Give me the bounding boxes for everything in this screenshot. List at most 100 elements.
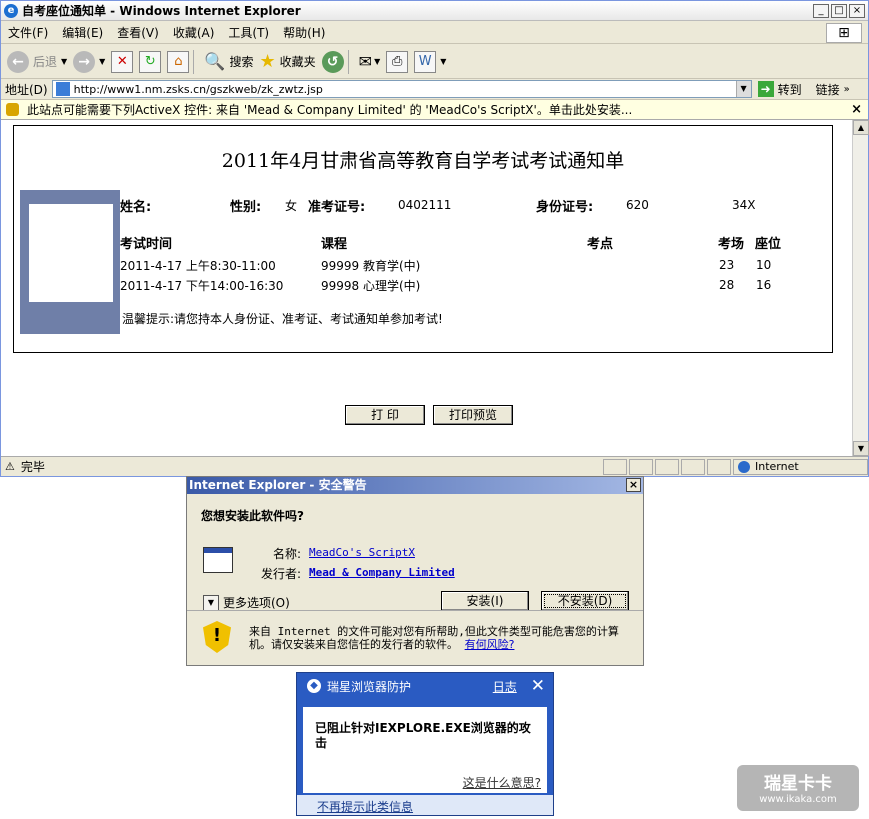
what-does-it-mean-link[interactable]: 这是什么意思? bbox=[463, 774, 541, 791]
row2-room: 28 bbox=[719, 278, 735, 292]
dont-install-button[interactable]: 不安装(D) bbox=[541, 591, 629, 611]
minimize-button[interactable]: _ bbox=[813, 3, 829, 18]
menu-file[interactable]: 文件(F) bbox=[1, 24, 55, 41]
scroll-down-icon[interactable]: ▼ bbox=[853, 441, 869, 456]
address-value: http://www1.nm.zsks.cn/gszkweb/zk_zwtz.j… bbox=[73, 82, 323, 96]
ie-window: e 自考座位通知单 - Windows Internet Explorer _ … bbox=[0, 0, 869, 477]
edit-button[interactable]: W ▼ bbox=[414, 50, 446, 73]
header-room: 考场 bbox=[718, 237, 745, 252]
more-options-button[interactable]: ▼ 更多选项(O) bbox=[203, 594, 290, 611]
search-label: 搜索 bbox=[229, 55, 254, 69]
row2-course: 99998 心理学(中) bbox=[321, 279, 421, 293]
row2-seat: 16 bbox=[756, 278, 772, 292]
row1-room: 23 bbox=[719, 258, 735, 272]
security-dialog-title: Internet Explorer - 安全警告 × bbox=[187, 477, 643, 494]
address-input[interactable]: http://www1.nm.zsks.cn/gszkweb/zk_zwtz.j… bbox=[51, 80, 752, 98]
status-bar: ⚠ 完毕 Internet bbox=[1, 456, 868, 476]
notice-title: 2011年4月甘肃省高等教育自学考试考试通知单 bbox=[221, 150, 625, 172]
chevron-down-icon: ▼ bbox=[203, 594, 219, 611]
activex-info-bar[interactable]: 此站点可能需要下列ActiveX 控件: 来自 'Mead & Company … bbox=[1, 100, 868, 120]
toolbar: ← 后退 ▼ → ▼ ✕ ↻ ⌂ 🔍 搜索 ★ 收藏夹 ↺ ✉ ▼ ⎙ W ▼ bbox=[1, 45, 868, 79]
ticket-value: 0402111 bbox=[398, 198, 452, 212]
print-button[interactable]: 打 印 bbox=[345, 405, 425, 425]
menu-favorites[interactable]: 收藏(A) bbox=[166, 24, 222, 41]
print-preview-button[interactable]: 打印预览 bbox=[433, 405, 513, 425]
mail-icon: ✉ bbox=[358, 52, 373, 71]
maximize-button[interactable]: □ bbox=[831, 3, 847, 18]
ie-logo-icon: e bbox=[4, 3, 18, 18]
home-button[interactable]: ⌂ bbox=[167, 50, 190, 73]
ikaka-watermark: 瑞星卡卡 www.ikaka.com bbox=[737, 765, 859, 811]
row1-course: 99999 教育学(中) bbox=[321, 259, 421, 273]
address-bar: 地址(D) http://www1.nm.zsks.cn/gszkweb/zk_… bbox=[1, 79, 868, 100]
software-name-link[interactable]: MeadCo's ScriptX bbox=[309, 546, 415, 559]
close-window-button[interactable]: × bbox=[849, 3, 865, 18]
watermark-brand: 瑞星卡卡 bbox=[764, 774, 832, 794]
info-bar-text: 此站点可能需要下列ActiveX 控件: 来自 'Mead & Company … bbox=[27, 103, 633, 117]
menu-help[interactable]: 帮助(H) bbox=[276, 24, 332, 41]
history-button[interactable]: ↺ bbox=[321, 50, 344, 73]
warm-hint: 温馨提示:请您持本人身份证、准考证、考试通知单参加考试! bbox=[122, 312, 443, 326]
ruixing-close-icon[interactable]: ✕ bbox=[531, 676, 545, 696]
page-icon bbox=[55, 82, 70, 96]
mail-button[interactable]: ✉ ▼ bbox=[359, 52, 381, 71]
warning-status-icon: ⚠ bbox=[5, 460, 15, 473]
back-label: 后退 bbox=[33, 55, 58, 69]
ruixing-body: 已阻止针对IEXPLORE.EXE浏览器的攻击 这是什么意思? bbox=[303, 707, 547, 793]
gender-value: 女 bbox=[285, 199, 298, 213]
status-text: 完毕 bbox=[20, 460, 45, 474]
no-more-tips-link[interactable]: 不再提示此类信息 bbox=[317, 798, 413, 815]
header-time: 考试时间 bbox=[120, 237, 173, 252]
windows-logo-icon: ⊞ bbox=[826, 23, 862, 43]
page-content: 2011年4月甘肃省高等教育自学考试考试通知单 姓名: 性别: 女 准考证号: … bbox=[1, 120, 852, 456]
refresh-button[interactable]: ↻ bbox=[139, 50, 162, 73]
security-close-icon[interactable]: × bbox=[626, 478, 641, 492]
install-question: 您想安装此软件吗? bbox=[201, 509, 304, 523]
id-label: 身份证号: bbox=[536, 200, 594, 215]
close-infobar-icon[interactable]: × bbox=[851, 102, 862, 117]
refresh-icon: ↻ bbox=[139, 50, 162, 73]
search-button[interactable]: 🔍 搜索 bbox=[204, 52, 253, 72]
menu-tools[interactable]: 工具(T) bbox=[221, 24, 276, 41]
star-icon: ★ bbox=[259, 51, 276, 72]
risk-link[interactable]: 有何风险? bbox=[465, 638, 515, 651]
links-expand-icon[interactable]: » bbox=[844, 84, 850, 95]
row1-seat: 10 bbox=[756, 258, 772, 272]
log-link[interactable]: 日志 bbox=[493, 678, 517, 695]
id-value-start: 620 bbox=[626, 198, 649, 212]
install-button[interactable]: 安装(I) bbox=[441, 591, 529, 611]
links-button[interactable]: 链接 bbox=[816, 81, 840, 98]
address-dropdown-icon[interactable]: ▼ bbox=[735, 81, 751, 97]
student-photo bbox=[20, 190, 120, 334]
word-icon: W bbox=[414, 50, 437, 73]
menu-edit[interactable]: 编辑(E) bbox=[55, 24, 110, 41]
menu-view[interactable]: 查看(V) bbox=[110, 24, 166, 41]
ruixing-popup: ◆ 瑞星浏览器防护 日志 ✕ 已阻止针对IEXPLORE.EXE浏览器的攻击 这… bbox=[296, 672, 554, 816]
go-button[interactable]: ➜ 转到 bbox=[757, 81, 802, 98]
warning-shield-icon: ! bbox=[203, 621, 231, 653]
stop-button[interactable]: ✕ bbox=[111, 50, 134, 73]
forward-arrow-icon: → bbox=[73, 50, 96, 73]
exam-notice-card: 2011年4月甘肃省高等教育自学考试考试通知单 姓名: 性别: 女 准考证号: … bbox=[13, 125, 833, 353]
home-icon: ⌂ bbox=[167, 50, 190, 73]
header-course: 课程 bbox=[321, 237, 348, 252]
software-icon bbox=[203, 547, 233, 573]
ruixing-header: ◆ 瑞星浏览器防护 日志 ✕ bbox=[297, 673, 553, 699]
search-icon: 🔍 bbox=[204, 51, 226, 72]
publisher-link[interactable]: Mead & Company Limited bbox=[309, 566, 455, 579]
ruixing-title: 瑞星浏览器防护 bbox=[327, 679, 412, 694]
ruixing-footer: 不再提示此类信息 bbox=[297, 795, 553, 815]
header-site: 考点 bbox=[587, 237, 614, 252]
vertical-scrollbar[interactable]: ▲ ▼ bbox=[852, 120, 869, 456]
print-toolbar-button[interactable]: ⎙ bbox=[386, 50, 409, 73]
watermark-site: www.ikaka.com bbox=[759, 794, 837, 805]
forward-button[interactable]: → ▼ bbox=[73, 50, 105, 73]
back-button[interactable]: ← 后退 ▼ bbox=[7, 50, 67, 73]
scroll-up-icon[interactable]: ▲ bbox=[853, 120, 869, 135]
name-field-label: 名称: bbox=[273, 547, 302, 561]
ticket-label: 准考证号: bbox=[308, 200, 366, 215]
ruixing-logo-icon: ◆ bbox=[307, 679, 321, 693]
security-warning-dialog: Internet Explorer - 安全警告 × 您想安装此软件吗? 名称:… bbox=[186, 476, 644, 666]
favorites-button[interactable]: ★ 收藏夹 bbox=[260, 51, 316, 72]
history-icon: ↺ bbox=[321, 50, 344, 73]
